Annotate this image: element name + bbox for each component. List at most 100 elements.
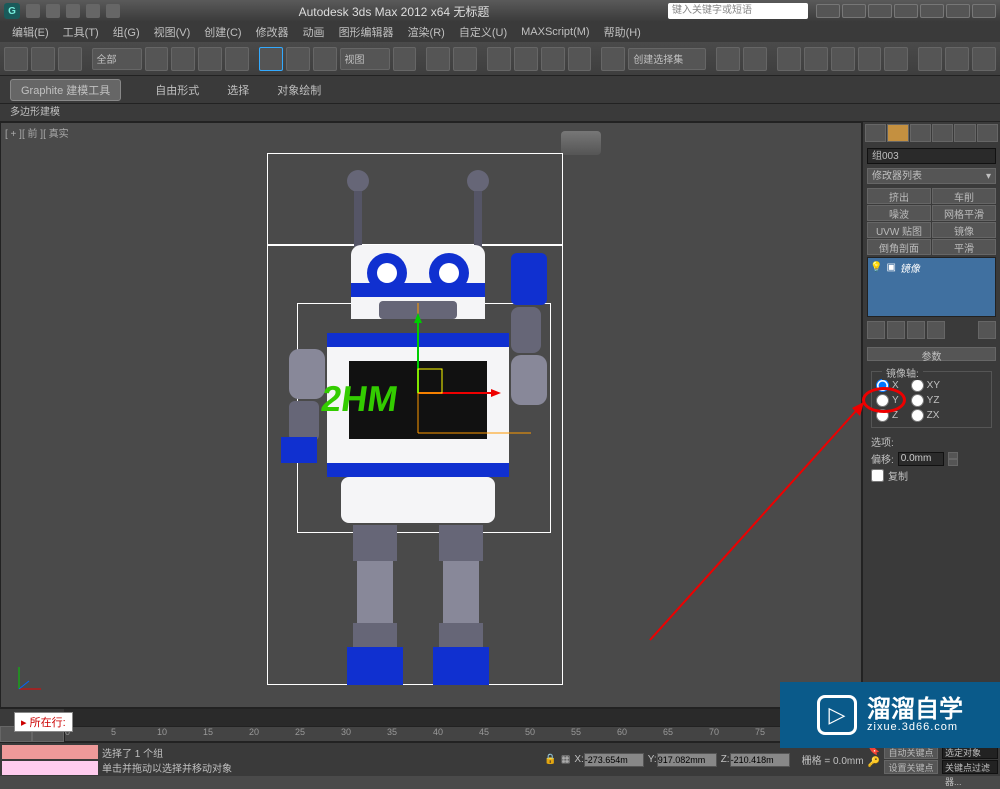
- help-search-input[interactable]: 键入关键字或短语: [668, 3, 808, 19]
- key-mode-icon[interactable]: 🔑: [868, 757, 880, 768]
- pivot-center-icon[interactable]: [393, 47, 417, 71]
- render-production-icon[interactable]: [972, 47, 996, 71]
- ref-coord-dropdown[interactable]: 视图: [340, 48, 390, 70]
- modify-tab-icon[interactable]: [887, 124, 908, 142]
- axis-zx-radio[interactable]: ZX: [911, 408, 940, 423]
- script-listener[interactable]: [2, 745, 98, 759]
- layer-explorer-icon[interactable]: [804, 47, 828, 71]
- object-name-field[interactable]: 组003: [867, 148, 996, 164]
- hierarchy-tab-icon[interactable]: [910, 124, 931, 142]
- mod-btn-meshsmooth[interactable]: 网格平滑: [932, 205, 996, 221]
- create-tab-icon[interactable]: [865, 124, 886, 142]
- axis-yz-radio[interactable]: YZ: [911, 393, 940, 408]
- mod-btn-noise[interactable]: 噪波: [867, 205, 931, 221]
- select-rotate-icon[interactable]: [286, 47, 310, 71]
- schematic-view-icon[interactable]: [858, 47, 882, 71]
- selection-tab[interactable]: 选择: [213, 80, 263, 100]
- select-move-icon[interactable]: [259, 47, 283, 71]
- subscription-icon[interactable]: [816, 4, 840, 18]
- unlink-icon[interactable]: [31, 47, 55, 71]
- favorites-icon[interactable]: [868, 4, 892, 18]
- lock-selection-icon[interactable]: 🔒: [544, 754, 556, 765]
- help-icon[interactable]: [894, 4, 918, 18]
- material-editor-icon[interactable]: [884, 47, 908, 71]
- mod-btn-smooth[interactable]: 平滑: [932, 239, 996, 255]
- mirror-icon[interactable]: [716, 47, 740, 71]
- script-output[interactable]: [2, 761, 98, 775]
- menu-create[interactable]: 创建(C): [198, 22, 247, 42]
- qat-new-icon[interactable]: [26, 4, 40, 18]
- mod-btn-bevelprofile[interactable]: 倒角剖面: [867, 239, 931, 255]
- menu-animation[interactable]: 动画: [297, 22, 331, 42]
- menu-help[interactable]: 帮助(H): [598, 22, 647, 42]
- offset-input[interactable]: [898, 452, 944, 466]
- qat-open-icon[interactable]: [46, 4, 60, 18]
- selection-filter-dropdown[interactable]: 全部: [92, 48, 142, 70]
- select-manipulate-icon[interactable]: [426, 47, 450, 71]
- viewport-front[interactable]: [ + ][ 前 ][ 真实 2HM: [0, 122, 862, 708]
- lightbulb-icon[interactable]: 💡: [870, 262, 882, 273]
- coord-x-input[interactable]: [584, 753, 644, 767]
- remove-modifier-icon[interactable]: [927, 321, 945, 339]
- menu-rendering[interactable]: 渲染(R): [402, 22, 451, 42]
- axis-z-radio[interactable]: Z: [876, 408, 899, 423]
- menu-tools[interactable]: 工具(T): [57, 22, 105, 42]
- coord-z-input[interactable]: [730, 753, 790, 767]
- mod-btn-extrude[interactable]: 挤出: [867, 188, 931, 204]
- menu-modifiers[interactable]: 修改器: [250, 22, 295, 42]
- align-icon[interactable]: [743, 47, 767, 71]
- percent-snap-icon[interactable]: [541, 47, 565, 71]
- axis-x-radio[interactable]: X: [876, 378, 899, 393]
- select-region-icon[interactable]: [198, 47, 222, 71]
- axis-xy-radio[interactable]: XY: [911, 378, 940, 393]
- menu-views[interactable]: 视图(V): [148, 22, 197, 42]
- menu-edit[interactable]: 编辑(E): [6, 22, 55, 42]
- exchange-icon[interactable]: [842, 4, 866, 18]
- offset-spin-up[interactable]: [948, 452, 958, 459]
- show-end-result-icon[interactable]: [887, 321, 905, 339]
- edit-named-sel-icon[interactable]: [601, 47, 625, 71]
- offset-spin-down[interactable]: [948, 459, 958, 466]
- link-icon[interactable]: [4, 47, 28, 71]
- qat-save-icon[interactable]: [66, 4, 80, 18]
- coord-y-input[interactable]: [657, 753, 717, 767]
- bind-spacewarp-icon[interactable]: [58, 47, 82, 71]
- mod-btn-lathe[interactable]: 车削: [932, 188, 996, 204]
- configure-sets-icon[interactable]: [978, 321, 996, 339]
- freeform-tab[interactable]: 自由形式: [141, 80, 213, 100]
- pin-stack-icon[interactable]: [867, 321, 885, 339]
- select-object-icon[interactable]: [145, 47, 169, 71]
- spinner-snap-icon[interactable]: [568, 47, 592, 71]
- graphite-tab[interactable]: Graphite 建模工具: [10, 79, 121, 101]
- maximize-button[interactable]: [946, 4, 970, 18]
- select-scale-icon[interactable]: [313, 47, 337, 71]
- menu-grapheditors[interactable]: 图形编辑器: [333, 22, 400, 42]
- copy-checkbox[interactable]: [871, 469, 884, 482]
- mod-btn-uvwmap[interactable]: UVW 贴图: [867, 222, 931, 238]
- snap-2d-icon[interactable]: [487, 47, 511, 71]
- angle-snap-icon[interactable]: [514, 47, 538, 71]
- render-setup-icon[interactable]: [918, 47, 942, 71]
- qat-undo-icon[interactable]: [86, 4, 100, 18]
- keyboard-shortcut-icon[interactable]: [453, 47, 477, 71]
- menu-group[interactable]: 组(G): [107, 22, 146, 42]
- utilities-tab-icon[interactable]: [977, 124, 998, 142]
- curve-editor-icon[interactable]: [831, 47, 855, 71]
- display-tab-icon[interactable]: [954, 124, 975, 142]
- select-by-name-icon[interactable]: [171, 47, 195, 71]
- viewport-label[interactable]: [ + ][ 前 ][ 真实: [5, 125, 69, 140]
- objectpaint-tab[interactable]: 对象绘制: [263, 80, 335, 100]
- transform-type-in-icon[interactable]: ▦: [561, 754, 570, 765]
- qat-redo-icon[interactable]: [106, 4, 120, 18]
- modifier-stack[interactable]: 💡▣ 镜像: [867, 257, 996, 317]
- axis-y-radio[interactable]: Y: [876, 393, 899, 408]
- app-logo-icon[interactable]: G: [4, 3, 20, 19]
- menu-customize[interactable]: 自定义(U): [453, 22, 513, 42]
- minimize-button[interactable]: [920, 4, 944, 18]
- close-button[interactable]: [972, 4, 996, 18]
- named-sel-dropdown[interactable]: 创建选择集: [628, 48, 706, 70]
- modifier-list-dropdown[interactable]: 修改器列表▾: [867, 168, 996, 184]
- params-rollout-header[interactable]: 参数: [867, 347, 996, 361]
- layers-icon[interactable]: [777, 47, 801, 71]
- motion-tab-icon[interactable]: [932, 124, 953, 142]
